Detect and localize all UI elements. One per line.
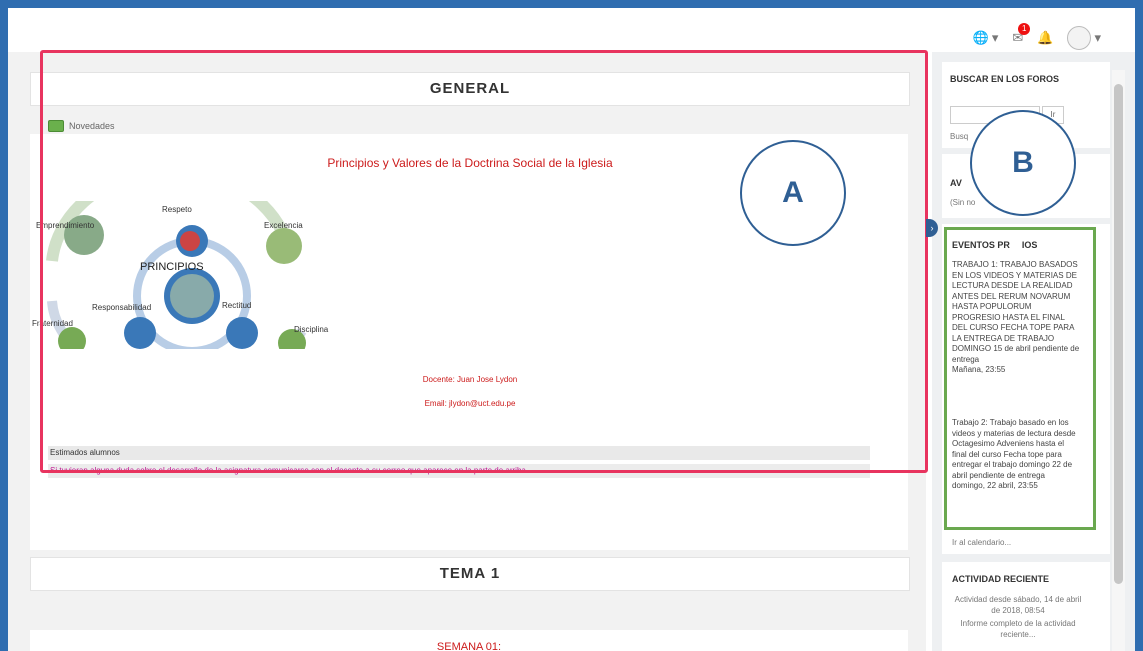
bell-icon: 🔔 bbox=[1037, 30, 1054, 45]
navbar-icons: 🌐 ▾ ✉ 1 🔔 ▾ bbox=[973, 23, 1101, 50]
top-navbar: 🌐 ▾ ✉ 1 🔔 ▾ bbox=[8, 8, 1135, 70]
avatar bbox=[1067, 26, 1092, 50]
messages-menu[interactable]: ✉ 1 bbox=[1012, 23, 1031, 46]
browser-screen: GENERAL TEMA 1 SEMANA 01: Novedades Prin… bbox=[8, 8, 1135, 651]
advanced-search-link[interactable]: Busq bbox=[950, 132, 968, 141]
language-menu[interactable]: 🌐 ▾ bbox=[973, 30, 999, 46]
messages-badge: 1 bbox=[1018, 23, 1031, 35]
announcements-empty: (Sin no bbox=[950, 198, 976, 207]
recent-activity-link[interactable]: Informe completo de la actividad recient… bbox=[950, 618, 1086, 640]
recent-activity-title: ACTIVIDAD RECIENTE bbox=[952, 574, 1050, 584]
chevron-down-icon: ▾ bbox=[1094, 30, 1101, 45]
recent-activity-text: Actividad desde sábado, 14 de abril de 2… bbox=[954, 595, 1082, 615]
annotation-circle-b: B bbox=[970, 110, 1076, 216]
calendar-link[interactable]: Ir al calendario... bbox=[952, 538, 1011, 547]
highlight-box-a bbox=[40, 50, 928, 473]
sidebar-scrollbar[interactable] bbox=[1112, 70, 1125, 651]
announcements-title: AV bbox=[950, 178, 962, 188]
chevron-down-icon: ▾ bbox=[991, 30, 999, 45]
highlight-box-b bbox=[944, 227, 1096, 530]
annotation-circle-a: A bbox=[740, 140, 846, 246]
recent-activity-block: ACTIVIDAD RECIENTE Actividad desde sábad… bbox=[942, 562, 1110, 651]
notifications-menu[interactable]: 🔔 bbox=[1037, 30, 1053, 46]
section-tema-header: TEMA 1 bbox=[30, 557, 910, 591]
scrollbar-thumb[interactable] bbox=[1114, 84, 1123, 584]
semana-label: SEMANA 01: bbox=[30, 630, 908, 651]
user-menu[interactable]: ▾ bbox=[1067, 26, 1101, 50]
globe-icon: 🌐 bbox=[972, 30, 989, 45]
